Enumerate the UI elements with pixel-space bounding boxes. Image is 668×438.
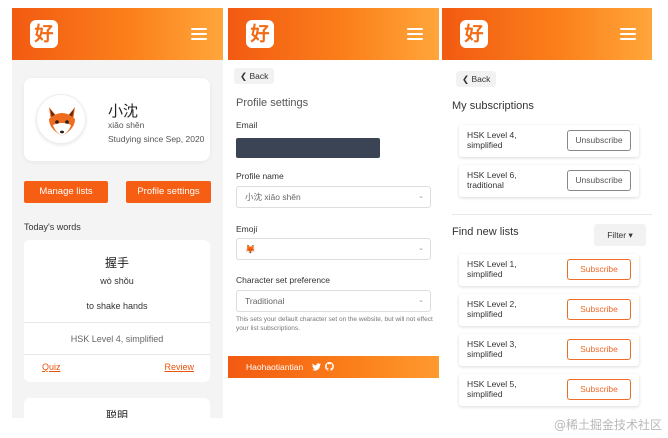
email-label: Email: [236, 120, 258, 130]
subscribe-button[interactable]: Subscribe: [567, 259, 631, 280]
profile-settings-button[interactable]: Profile settings: [126, 181, 211, 203]
list-row: HSK Level 1, simplified Subscribe: [459, 254, 639, 286]
caret-down-icon: ▾: [628, 230, 633, 240]
chevron-updown-icon: ⌄: [418, 193, 424, 200]
charset-label: Character set preference: [236, 275, 331, 285]
word-pinyin: wò shǒu: [100, 276, 134, 286]
back-label: Back: [471, 74, 491, 84]
footer-brand: Haohaotiantian: [246, 362, 304, 372]
word-list-name: HSK Level 4, simplified: [70, 334, 164, 344]
emoji-label: Emoji: [236, 224, 258, 234]
profile-name-input[interactable]: 小沈 xiǎo shěn ⌄: [236, 186, 431, 208]
divider: [24, 354, 210, 355]
subscription-row: HSK Level 4, simplified Unsubscribe: [459, 125, 639, 157]
app-header: 好: [12, 8, 223, 60]
subscribe-button[interactable]: Subscribe: [567, 339, 631, 360]
divider: [452, 214, 652, 215]
app-logo[interactable]: 好: [30, 20, 58, 48]
back-button[interactable]: ❮ Back: [234, 68, 275, 84]
profile-name-label: Profile name: [236, 171, 284, 181]
manage-lists-button[interactable]: Manage lists: [24, 181, 108, 203]
menu-icon[interactable]: [191, 28, 207, 41]
emoji-select[interactable]: 🦊 ⌄: [236, 238, 431, 260]
back-label: Back: [249, 71, 269, 81]
unsubscribe-button[interactable]: Unsubscribe: [567, 130, 631, 151]
list-row: HSK Level 3, simplified Subscribe: [459, 334, 639, 366]
back-button[interactable]: ❮ Back: [456, 71, 497, 87]
my-subscriptions-heading: My subscriptions: [452, 100, 534, 112]
charset-value: Traditional: [245, 296, 285, 306]
subscribe-button[interactable]: Subscribe: [567, 379, 631, 400]
fox-avatar: [36, 94, 86, 144]
find-new-lists-heading: Find new lists: [452, 226, 519, 238]
review-link[interactable]: Review: [164, 362, 194, 372]
twitter-icon[interactable]: [311, 362, 323, 372]
list-name: HSK Level 6, traditional: [467, 170, 517, 190]
quiz-link[interactable]: Quiz: [42, 362, 61, 372]
divider: [24, 322, 210, 323]
filter-label: Filter: [607, 230, 627, 240]
github-icon[interactable]: [324, 362, 334, 372]
subscribe-button[interactable]: Subscribe: [567, 299, 631, 320]
todays-words-heading: Today's words: [24, 222, 81, 232]
word-card: 握手 wò shǒu to shake hands HSK Level 4, s…: [24, 240, 210, 382]
chevron-down-icon: ⌄: [418, 297, 424, 304]
profile-settings-screen: 好 ❮ Back Profile settings Email Profile …: [228, 8, 439, 378]
charset-help-text: This sets your default character set on …: [236, 316, 433, 332]
chevron-down-icon: ⌄: [418, 245, 424, 252]
app-header: 好: [442, 8, 652, 60]
app-logo[interactable]: 好: [460, 20, 488, 48]
charset-select[interactable]: Traditional ⌄: [236, 290, 431, 312]
app-logo[interactable]: 好: [246, 20, 274, 48]
filter-button[interactable]: Filter ▾: [594, 224, 646, 246]
word-definition: to shake hands: [86, 301, 148, 311]
profile-name-zh: 小沈: [108, 102, 139, 120]
subscription-row: HSK Level 6, traditional Unsubscribe: [459, 165, 639, 197]
studying-since: Studying since Sep, 2020: [108, 134, 205, 144]
page-title: Profile settings: [236, 97, 309, 109]
unsubscribe-button[interactable]: Unsubscribe: [567, 170, 631, 191]
list-name: HSK Level 2, simplified: [467, 299, 517, 319]
subscriptions-screen: 好 ❮ Back My subscriptions HSK Level 4, s…: [442, 8, 652, 418]
list-name: HSK Level 3, simplified: [467, 339, 517, 359]
site-footer: Haohaotiantian: [228, 356, 439, 378]
word-hanzi: 握手: [104, 256, 129, 270]
menu-icon[interactable]: [620, 28, 636, 41]
profile-name-value: 小沈 xiǎo shěn: [245, 192, 301, 202]
menu-icon[interactable]: [407, 28, 423, 41]
watermark: @稀土掘金技术社区: [553, 418, 662, 432]
list-name: HSK Level 5, simplified: [467, 379, 517, 399]
home-screen: 好 小沈 xiǎo shěn Studying since Sep, 2020 …: [12, 8, 223, 418]
word-card: 聪明: [24, 398, 210, 418]
word-hanzi: 聪明: [106, 409, 128, 418]
list-name: HSK Level 1, simplified: [467, 259, 517, 279]
list-name: HSK Level 4, simplified: [467, 130, 517, 150]
email-field-redacted[interactable]: [236, 138, 380, 158]
list-row: HSK Level 5, simplified Subscribe: [459, 374, 639, 406]
app-header: 好: [228, 8, 439, 60]
profile-card: 小沈 xiǎo shěn Studying since Sep, 2020: [24, 78, 210, 161]
list-row: HSK Level 2, simplified Subscribe: [459, 294, 639, 326]
emoji-value: 🦊: [245, 244, 256, 254]
profile-name-pinyin: xiǎo shěn: [108, 120, 145, 130]
